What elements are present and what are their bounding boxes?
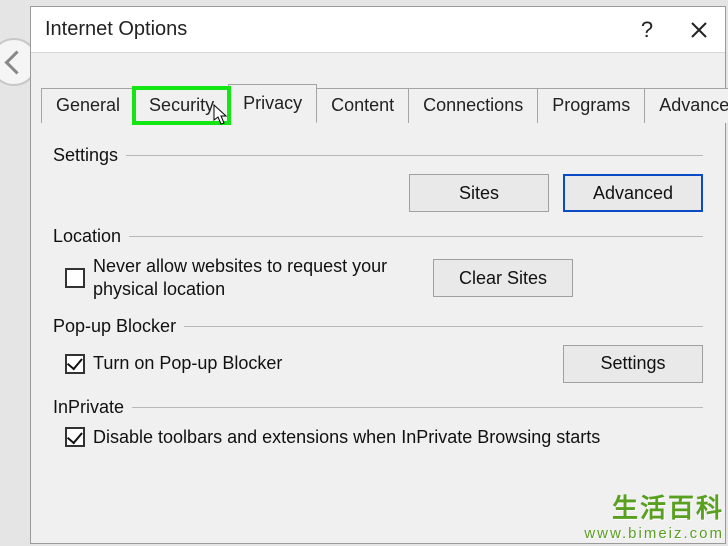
tab-security[interactable]: Security xyxy=(134,88,229,123)
advanced-button[interactable]: Advanced xyxy=(563,174,703,212)
tab-privacy[interactable]: Privacy xyxy=(228,84,317,123)
never-allow-label: Never allow websites to request your phy… xyxy=(93,255,433,302)
clear-sites-button[interactable]: Clear Sites xyxy=(433,259,573,297)
settings-button-row: Sites Advanced xyxy=(53,174,703,212)
inprivate-row: Disable toolbars and extensions when InP… xyxy=(53,426,703,449)
location-never-allow-row: Never allow websites to request your phy… xyxy=(53,255,703,302)
help-icon[interactable]: ? xyxy=(621,7,673,53)
popup-label: Pop-up Blocker xyxy=(53,316,184,337)
divider xyxy=(184,326,703,327)
inprivate-label: InPrivate xyxy=(53,397,132,418)
tab-advanced[interactable]: Advanced xyxy=(644,88,728,123)
tab-content[interactable]: Content xyxy=(316,88,409,123)
inprivate-group-header: InPrivate xyxy=(53,397,703,418)
sites-button[interactable]: Sites xyxy=(409,174,549,212)
tab-content-area: Settings Sites Advanced Location Never a… xyxy=(31,123,725,449)
never-allow-checkbox[interactable] xyxy=(65,268,85,288)
divider xyxy=(129,236,703,237)
location-group-header: Location xyxy=(53,226,703,247)
close-icon[interactable] xyxy=(673,7,725,53)
popup-toggle-row: Turn on Pop-up Blocker Settings xyxy=(53,345,703,383)
tab-connections[interactable]: Connections xyxy=(408,88,538,123)
settings-group-header: Settings xyxy=(53,145,703,166)
tab-strip: General Security Privacy Content Connect… xyxy=(41,83,715,123)
popup-group-header: Pop-up Blocker xyxy=(53,316,703,337)
popup-settings-button[interactable]: Settings xyxy=(563,345,703,383)
tab-programs[interactable]: Programs xyxy=(537,88,645,123)
tab-general[interactable]: General xyxy=(41,88,135,123)
titlebar: Internet Options ? xyxy=(31,7,725,53)
popup-toggle-label: Turn on Pop-up Blocker xyxy=(93,352,563,375)
location-label: Location xyxy=(53,226,129,247)
dialog-title: Internet Options xyxy=(45,18,621,41)
internet-options-dialog: Internet Options ? General Security Priv… xyxy=(30,6,726,544)
divider xyxy=(132,407,703,408)
settings-label: Settings xyxy=(53,145,126,166)
divider xyxy=(126,155,703,156)
inprivate-toggle-label: Disable toolbars and extensions when InP… xyxy=(93,426,703,449)
popup-checkbox[interactable] xyxy=(65,354,85,374)
inprivate-checkbox[interactable] xyxy=(65,427,85,447)
